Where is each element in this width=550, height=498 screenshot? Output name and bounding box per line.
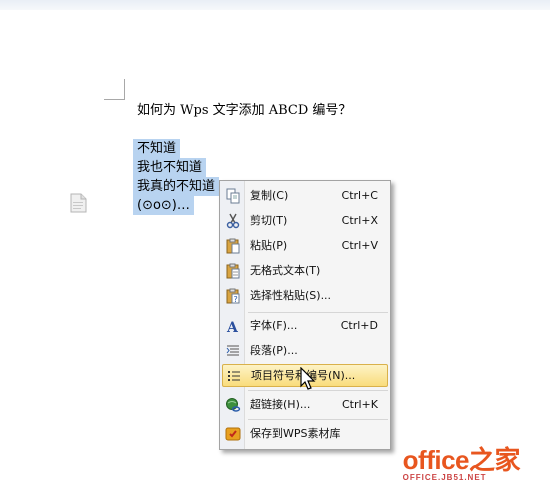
- svg-text:A: A: [226, 320, 239, 334]
- selected-line-4[interactable]: (⊙o⊙)…: [133, 196, 194, 215]
- bullets-numbering-icon: [228, 371, 240, 381]
- paste-icon: [226, 238, 240, 254]
- document-title-line[interactable]: 如何为 Wps 文字添加 ABCD 编号？: [137, 99, 351, 118]
- menu-separator: [248, 419, 388, 420]
- menu-item-shortcut: Ctrl+V: [341, 239, 378, 252]
- context-menu: 复制(C) Ctrl+C 剪切(T) Ctrl+X 粘贴(P) Ctrl+V 无…: [219, 180, 391, 450]
- save-library-icon: [225, 427, 241, 441]
- selected-line-3[interactable]: 我真的不知道: [133, 177, 220, 196]
- menu-item-label: 字体(F)...: [250, 319, 298, 332]
- margin-corner-marker: [124, 79, 125, 99]
- menu-item-shortcut: Ctrl+K: [341, 398, 378, 411]
- menu-item-label: 无格式文本(T): [250, 264, 321, 277]
- selected-line-1[interactable]: 不知道: [133, 139, 181, 158]
- margin-corner-marker-horizontal: [104, 99, 125, 100]
- paste-special-icon: ?: [226, 288, 240, 304]
- font-icon: A: [226, 320, 239, 334]
- menu-item-label: 段落(P)...: [250, 344, 298, 357]
- menu-item-paste-unformatted[interactable]: 无格式文本(T): [222, 259, 386, 282]
- hyperlink-icon: [226, 398, 241, 412]
- menu-item-shortcut: Ctrl+C: [341, 189, 378, 202]
- menu-item-font[interactable]: A 字体(F)... Ctrl+D: [222, 314, 386, 337]
- menu-item-copy[interactable]: 复制(C) Ctrl+C: [222, 184, 386, 207]
- menu-item-shortcut: Ctrl+X: [341, 214, 378, 227]
- watermark-brand: office之家: [402, 445, 521, 475]
- menu-item-label: 超链接(H)...: [250, 398, 311, 411]
- copy-icon: [226, 188, 240, 204]
- menu-item-paragraph[interactable]: 段落(P)...: [222, 339, 386, 362]
- menu-item-paste-special[interactable]: ? 选择性粘贴(S)...: [222, 284, 386, 307]
- mouse-pointer-icon: [300, 367, 316, 390]
- menu-item-cut[interactable]: 剪切(T) Ctrl+X: [222, 209, 386, 232]
- menu-item-label: 保存到WPS素材库: [250, 427, 341, 440]
- selected-line-2[interactable]: 我也不知道: [133, 158, 207, 177]
- menu-item-shortcut: Ctrl+D: [340, 319, 378, 332]
- menu-item-hyperlink[interactable]: 超链接(H)... Ctrl+K: [222, 393, 386, 416]
- menu-item-paste[interactable]: 粘贴(P) Ctrl+V: [222, 234, 386, 257]
- menu-item-label: 复制(C): [250, 189, 289, 202]
- scissors-icon: [226, 213, 240, 229]
- menu-separator: [248, 312, 388, 313]
- menu-item-label: 粘贴(P): [250, 239, 288, 252]
- paste-text-icon: [226, 263, 240, 279]
- document-file-icon: [70, 193, 87, 213]
- paragraph-icon: [226, 345, 239, 356]
- menu-item-label: 选择性粘贴(S)...: [250, 289, 332, 302]
- menu-item-save-to-wps-library[interactable]: 保存到WPS素材库: [222, 422, 386, 445]
- watermark: office之家 OFFICE.JB51.NET: [402, 440, 521, 482]
- menu-item-label: 剪切(T): [250, 214, 288, 227]
- svg-text:?: ?: [234, 295, 238, 304]
